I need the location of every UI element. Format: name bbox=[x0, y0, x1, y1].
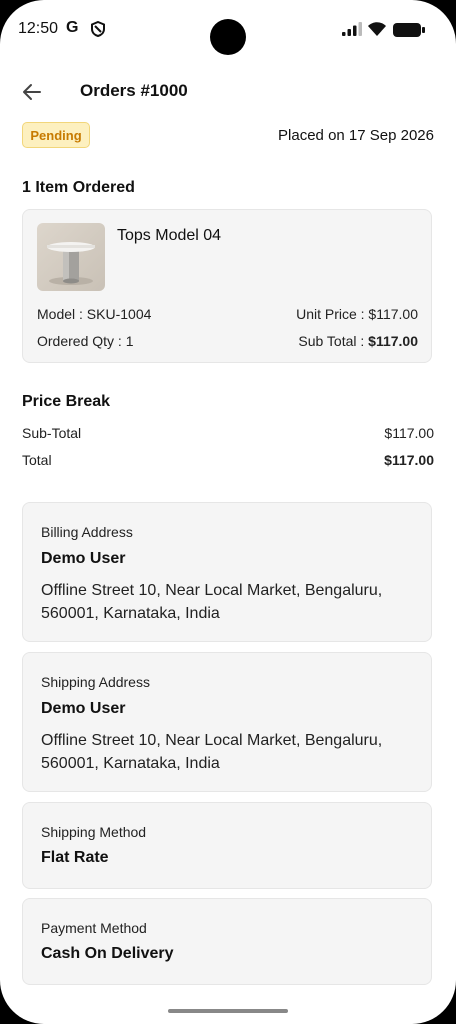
shipping-name: Demo User bbox=[41, 700, 126, 717]
total-value: $117.00 bbox=[384, 452, 434, 468]
wifi-icon bbox=[368, 22, 386, 36]
signal-icon bbox=[342, 22, 362, 36]
product-name: Tops Model 04 bbox=[117, 227, 222, 244]
payment-method-label: Payment Method bbox=[41, 920, 147, 936]
status-badge: Pending bbox=[22, 122, 90, 148]
back-arrow-icon[interactable] bbox=[20, 80, 44, 104]
battery-icon bbox=[393, 23, 425, 37]
home-indicator[interactable] bbox=[168, 1009, 288, 1013]
page-title: Orders #1000 bbox=[80, 81, 188, 100]
product-model: Model : SKU-1004 bbox=[37, 306, 152, 322]
payment-method-value: Cash On Delivery bbox=[41, 945, 174, 962]
shipping-method-value: Flat Rate bbox=[41, 849, 109, 866]
product-image bbox=[37, 223, 105, 291]
total-label: Total bbox=[22, 452, 52, 468]
status-bar: 12:50 G bbox=[0, 0, 456, 60]
subtotal-label: Sub-Total bbox=[22, 425, 82, 441]
ordered-qty: Ordered Qty : 1 bbox=[37, 333, 134, 349]
google-icon: G bbox=[66, 19, 79, 36]
items-heading: 1 Item Ordered bbox=[22, 179, 135, 196]
status-time: 12:50 bbox=[18, 20, 59, 37]
placed-on-date: Placed on 17 Sep 2026 bbox=[278, 127, 434, 144]
shipping-method-card: Shipping Method Flat Rate bbox=[22, 802, 432, 889]
item-sub-total: Sub Total : $117.00 bbox=[298, 333, 418, 349]
item-sub-total-value: $117.00 bbox=[368, 333, 418, 349]
billing-address-card: Billing Address Demo User Offline Street… bbox=[22, 502, 432, 642]
billing-name: Demo User bbox=[41, 550, 126, 567]
subtotal-value: $117.00 bbox=[384, 425, 434, 441]
shield-icon bbox=[91, 21, 105, 37]
price-break-subtotal-row: Sub-Total $117.00 bbox=[22, 425, 434, 441]
shipping-address-card: Shipping Address Demo User Offline Stree… bbox=[22, 652, 432, 792]
shipping-address-label: Shipping Address bbox=[41, 674, 150, 690]
app-screen: 12:50 G Orders #1000 Pending Placed on 1… bbox=[0, 0, 456, 1024]
shipping-method-label: Shipping Method bbox=[41, 824, 147, 840]
billing-address-text: Offline Street 10, Near Local Market, Be… bbox=[41, 582, 383, 622]
payment-method-card: Payment Method Cash On Delivery bbox=[22, 898, 432, 985]
order-item-card[interactable]: Tops Model 04 Model : SKU-1004 Unit Pric… bbox=[22, 209, 432, 363]
price-break-total-row: Total $117.00 bbox=[22, 452, 434, 468]
billing-address-label: Billing Address bbox=[41, 524, 133, 540]
price-break-heading: Price Break bbox=[22, 393, 111, 410]
shipping-address-text: Offline Street 10, Near Local Market, Be… bbox=[41, 732, 383, 772]
camera-cutout bbox=[210, 19, 246, 55]
unit-price: Unit Price : $117.00 bbox=[296, 306, 418, 322]
item-sub-total-label: Sub Total : bbox=[298, 333, 369, 349]
